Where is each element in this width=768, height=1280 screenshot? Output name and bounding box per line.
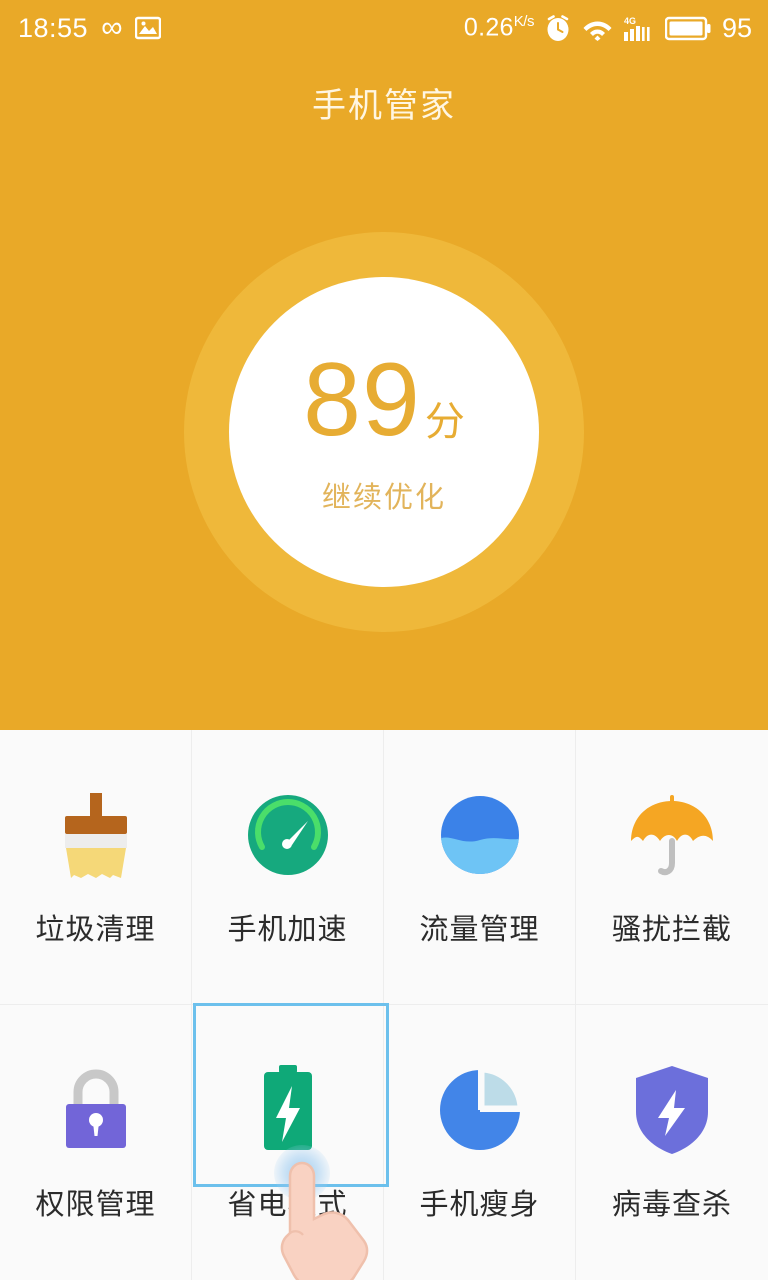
status-bar: 18:55 ∞ 0.26K/s 4G 95: [0, 0, 768, 56]
battery-icon: [664, 16, 711, 41]
grid-item-label: 权限管理: [35, 1189, 156, 1221]
umbrella-icon: [627, 770, 717, 900]
status-time: 18:55: [18, 12, 89, 43]
image-icon: [135, 16, 162, 40]
network-speed-unit: K/s: [513, 13, 535, 31]
signal-4g-icon: 4G: [623, 15, 654, 42]
score-value: 89: [303, 342, 421, 458]
grid-item-phone-boost[interactable]: 手机加速: [192, 730, 384, 1005]
status-bar-right: 0.26K/s 4G 95: [464, 13, 752, 44]
grid-item-label: 手机加速: [227, 914, 348, 946]
grid-item-harassment-block[interactable]: 骚扰拦截: [576, 730, 768, 1005]
score-circle: 89 分 继续优化: [229, 277, 539, 587]
wifi-download-icon: [582, 15, 613, 41]
score-card[interactable]: 89 分 继续优化: [184, 232, 584, 632]
speedometer-icon: [246, 770, 330, 900]
infinity-icon: ∞: [101, 11, 123, 44]
svg-text:4G: 4G: [624, 16, 636, 26]
grid-item-junk-cleanup[interactable]: 垃圾清理: [0, 730, 192, 1005]
grid-item-power-saving[interactable]: 省电模式: [192, 1003, 389, 1280]
score-subtitle: 继续优化: [321, 482, 446, 514]
status-bar-left: 18:55 ∞: [18, 11, 162, 44]
battery-level: 95: [721, 12, 752, 43]
shield-bolt-icon: [632, 1045, 712, 1175]
broom-icon: [53, 770, 139, 900]
header-hero: 18:55 ∞ 0.26K/s 4G 95 手机管家 89 分 继续优化: [0, 0, 768, 730]
grid-item-label: 流量管理: [419, 914, 540, 946]
grid-item-phone-slimming[interactable]: 手机瘦身: [384, 1005, 576, 1280]
grid-item-label: 垃圾清理: [35, 914, 156, 946]
grid-item-label: 手机瘦身: [419, 1189, 540, 1221]
feature-grid-row: 权限管理 省电模式 手机瘦身 病毒查杀: [0, 1003, 768, 1280]
feature-grid: 垃圾清理 手机加速 流量管理 骚扰拦截 权限管理 省电模式 手机瘦身 病毒查杀: [0, 730, 768, 1280]
battery-bolt-icon: [256, 1045, 320, 1175]
grid-item-label: 骚扰拦截: [611, 914, 732, 946]
grid-item-virus-scan[interactable]: 病毒查杀: [576, 1005, 768, 1280]
pie-chart-icon: [438, 1045, 522, 1175]
lock-icon: [56, 1045, 136, 1175]
grid-item-label: 病毒查杀: [611, 1189, 732, 1221]
score-row: 89 分: [303, 348, 465, 452]
grid-item-permissions[interactable]: 权限管理: [0, 1005, 192, 1280]
grid-item-label: 省电模式: [227, 1189, 348, 1221]
alarm-clock-icon: [545, 14, 571, 42]
page-title: 手机管家: [312, 87, 456, 125]
data-drop-icon: [439, 770, 521, 900]
network-speed: 0.26K/s: [463, 13, 535, 42]
score-unit: 分: [424, 400, 465, 444]
phone-manager-screen: 18:55 ∞ 0.26K/s 4G 95 手机管家 89 分 继续优化 垃圾清…: [0, 0, 768, 1280]
grid-item-data-usage[interactable]: 流量管理: [384, 730, 576, 1005]
feature-grid-row: 垃圾清理 手机加速 流量管理 骚扰拦截: [0, 730, 768, 1005]
